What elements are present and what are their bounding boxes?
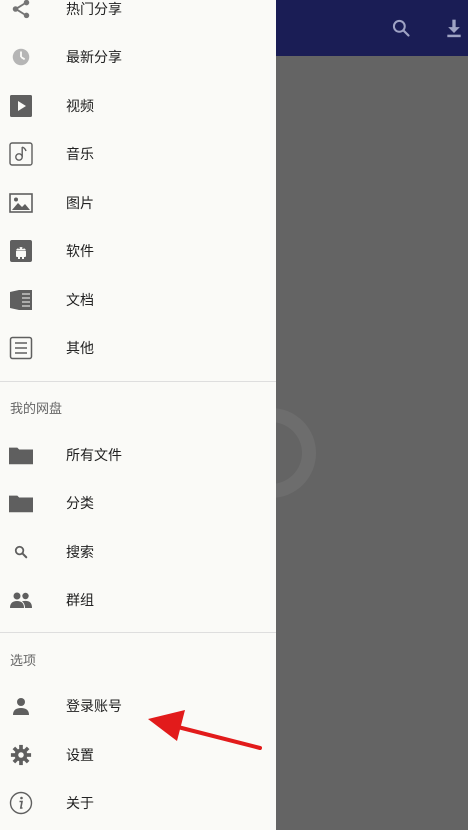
drawer-item-label: 登录账号 (66, 699, 122, 715)
clock-icon (9, 45, 33, 69)
annotation-arrow-icon (148, 710, 262, 750)
music-icon (9, 142, 33, 166)
section-header-my-drive: 我的网盘 (10, 402, 63, 417)
drawer-item-label: 最新分享 (66, 50, 122, 66)
search-icon[interactable] (387, 14, 415, 42)
drawer-divider (0, 381, 276, 382)
drawer-item-label: 设置 (66, 748, 94, 764)
drawer-item-hot-share[interactable]: 热门分享 (0, 0, 276, 33)
drawer-item-label: 软件 (66, 244, 94, 260)
drawer-item-label: 群组 (66, 593, 94, 609)
person-icon (9, 694, 33, 718)
document-icon (9, 288, 33, 312)
drawer-item-images[interactable]: 图片 (0, 179, 276, 227)
section-header-options: 选项 (10, 654, 37, 669)
drawer-item-label: 所有文件 (66, 448, 122, 464)
drawer-item-search[interactable]: 搜索 (0, 528, 276, 576)
drawer-item-other[interactable]: 其他 (0, 324, 276, 372)
drawer-item-label: 文档 (66, 293, 94, 309)
android-icon (9, 239, 33, 263)
drawer-item-label: 其他 (66, 341, 94, 357)
drawer-item-groups[interactable]: 群组 (0, 576, 276, 624)
drawer-item-label: 分类 (66, 496, 94, 512)
drawer-item-music[interactable]: 音乐 (0, 130, 276, 178)
search-icon (9, 540, 33, 564)
gear-icon (9, 743, 33, 767)
drawer-item-label: 视频 (66, 99, 94, 115)
drawer-item-categories[interactable]: 分类 (0, 479, 276, 527)
folder-icon (9, 443, 33, 467)
drawer-item-label: 音乐 (66, 147, 94, 163)
drawer-item-label: 搜索 (66, 545, 94, 561)
drawer-divider (0, 632, 276, 633)
drawer-item-about[interactable]: 关于 (0, 779, 276, 827)
drawer-item-all-files[interactable]: 所有文件 (0, 431, 276, 479)
image-icon (9, 191, 33, 215)
video-icon (9, 94, 33, 118)
group-icon (9, 588, 33, 612)
drawer-item-label: 图片 (66, 196, 94, 212)
share-icon (9, 0, 33, 21)
info-icon (9, 791, 33, 815)
folder-icon (9, 491, 33, 515)
drawer-item-label: 关于 (66, 796, 94, 812)
list-icon (9, 336, 33, 360)
drawer-item-software[interactable]: 软件 (0, 227, 276, 275)
drawer-item-documents[interactable]: 文档 (0, 276, 276, 324)
navigation-drawer: 热门分享 最新分享 视频 音乐 图片 软件 文档 其他 我的网盘 所有文件 分类… (0, 0, 276, 830)
download-icon[interactable] (440, 14, 468, 42)
drawer-item-label: 热门分享 (66, 2, 122, 18)
drawer-item-latest-share[interactable]: 最新分享 (0, 33, 276, 81)
drawer-item-video[interactable]: 视频 (0, 82, 276, 130)
